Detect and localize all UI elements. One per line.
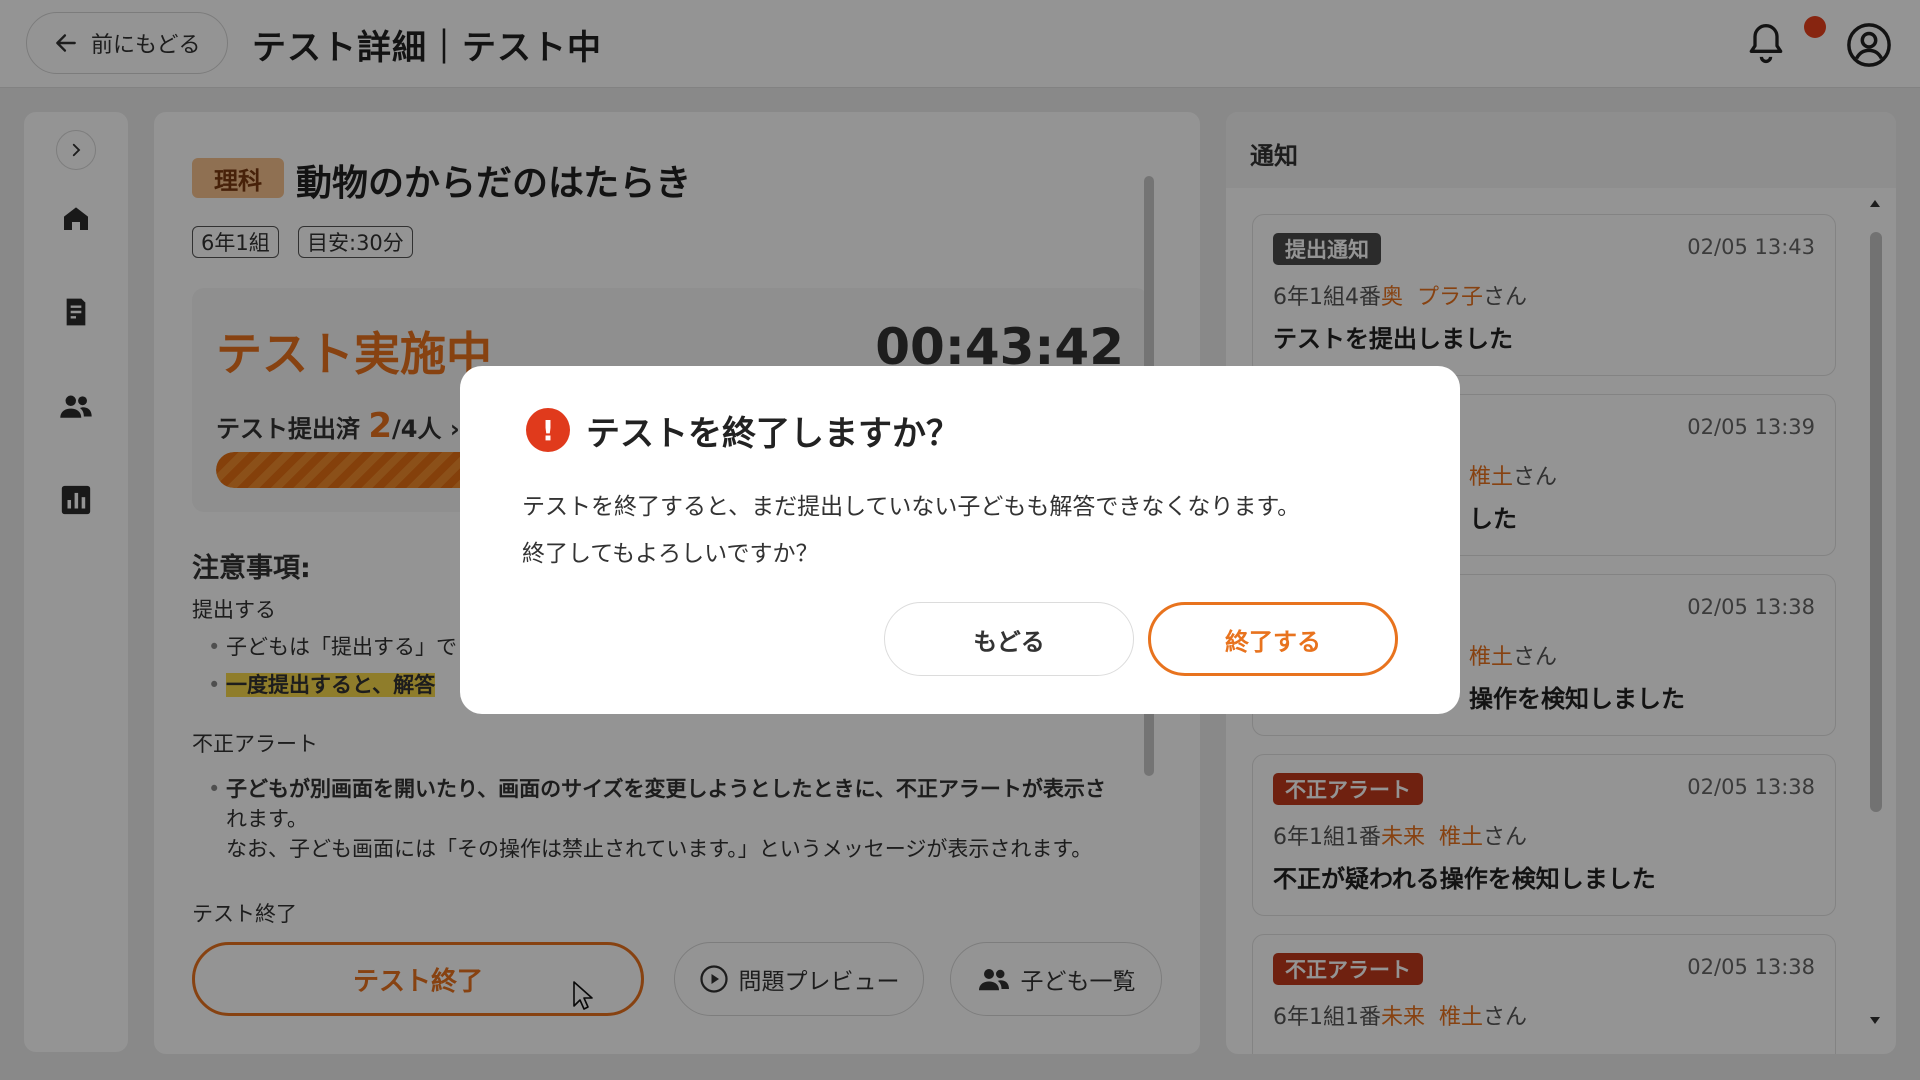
cancel-button[interactable]: もどる [884,602,1134,676]
dialog-body: テストを終了すると、まだ提出していない子どもも解答できなくなります。 終了しても… [522,484,1300,578]
confirm-end-button[interactable]: 終了する [1148,602,1398,676]
exclamation-circle-icon: ! [526,408,570,452]
dialog-body-line: テストを終了すると、まだ提出していない子どもも解答できなくなります。 [522,494,1301,520]
confirm-end-test-dialog: ! テストを終了しますか？ テストを終了すると、まだ提出していない子どもも解答で… [460,366,1460,714]
dialog-title: テストを終了しますか？ [586,414,960,454]
dialog-body-line: 終了してもよろしいですか？ [522,541,819,567]
